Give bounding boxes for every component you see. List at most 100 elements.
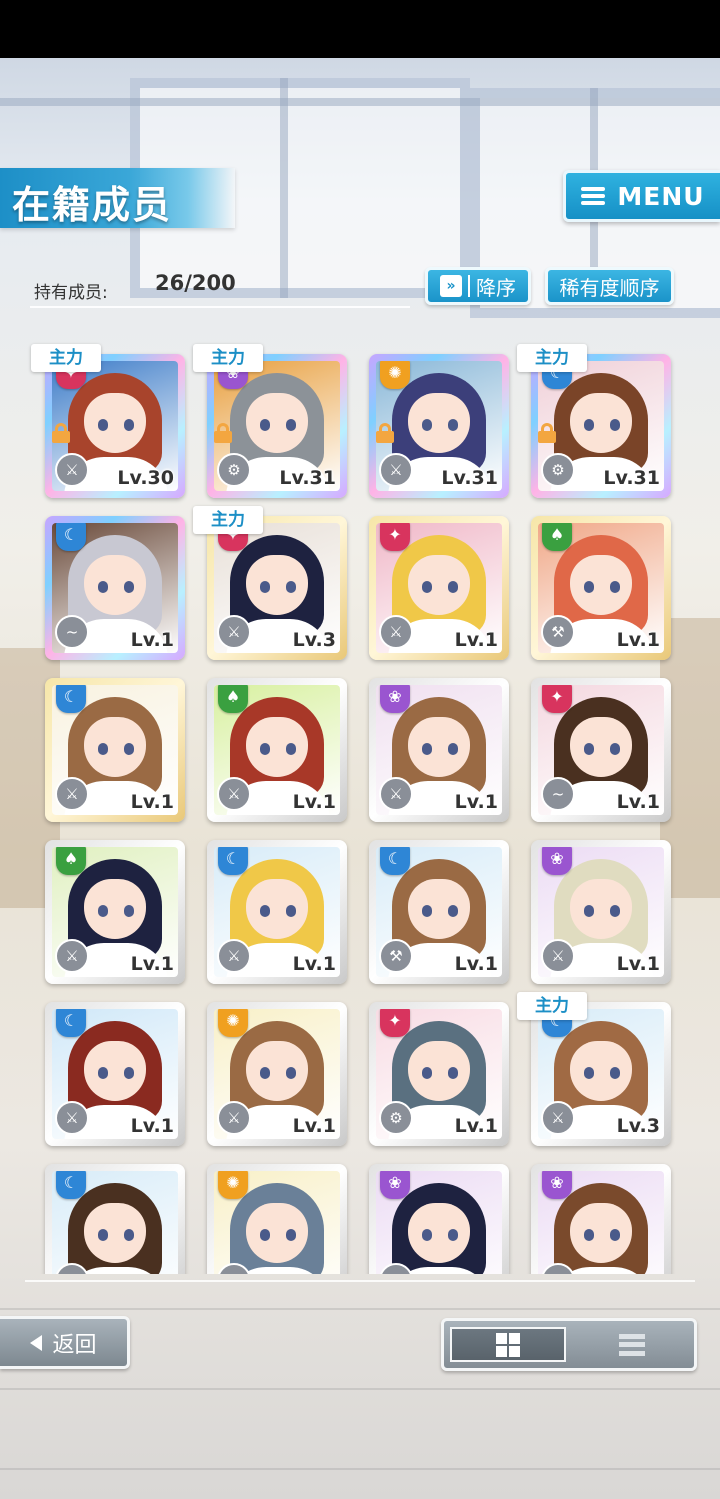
member-card[interactable]: ♠ ⚔ Lv.1 — [45, 840, 185, 984]
main-member-badge: 主力 — [517, 992, 587, 1020]
member-level: Lv.1 — [292, 791, 336, 813]
portrait-eye — [260, 1229, 270, 1241]
portrait-eye — [260, 419, 270, 431]
member-card[interactable]: ✦ ⚔ Lv.3 主力 — [193, 506, 347, 660]
leaf-attribute-icon: ♠ — [56, 847, 86, 875]
portrait-face — [246, 555, 308, 615]
portrait-face — [570, 555, 632, 615]
member-portrait: ❀ ⚔ Lv.1 — [538, 847, 664, 977]
star-attribute-icon: ✦ — [380, 1009, 410, 1037]
sort-mode-button[interactable]: 稀有度顺序 — [545, 267, 674, 305]
portrait-face — [246, 717, 308, 777]
member-level: Lv.30 — [117, 467, 174, 489]
portrait-eye — [422, 1067, 432, 1079]
portrait-eye — [610, 581, 620, 593]
member-card[interactable]: ❀ ⚙ Lv.31 主力 — [193, 344, 347, 498]
lock-icon — [214, 423, 232, 443]
blade-weapon-icon: ⚔ — [217, 1101, 251, 1135]
member-card[interactable]: ✦ ~ Lv.1 — [531, 678, 671, 822]
member-card[interactable]: ☾⚔ — [45, 1164, 185, 1274]
member-portrait: ✦ ⚔ Lv.1 — [376, 523, 502, 653]
member-card[interactable]: ☾ ⚔ Lv.1 — [45, 1002, 185, 1146]
member-card[interactable]: ♠ ⚔ Lv.1 — [207, 678, 347, 822]
portrait-face — [84, 879, 146, 939]
member-card[interactable]: ☾ ⚒ Lv.1 — [369, 840, 509, 984]
portrait-eye — [610, 419, 620, 431]
moon-attribute-icon: ☾ — [56, 685, 86, 713]
menu-button[interactable]: MENU — [563, 170, 720, 222]
member-card[interactable]: ☾ ~ Lv.1 — [45, 516, 185, 660]
member-card[interactable]: ☾ ⚙ Lv.31 主力 — [517, 344, 671, 498]
member-level: Lv.1 — [616, 953, 660, 975]
lock-icon — [52, 423, 70, 443]
portrait-face — [246, 393, 308, 453]
back-button[interactable]: 返回 — [0, 1316, 130, 1369]
sort-separator — [468, 275, 470, 297]
moon-attribute-icon: ☾ — [380, 847, 410, 875]
blade-weapon-icon: ⚔ — [55, 453, 89, 487]
member-card[interactable]: ✺ ⚔ Lv.1 — [207, 1002, 347, 1146]
portrait-eye — [286, 419, 296, 431]
portrait-face — [246, 879, 308, 939]
leaf-attribute-icon: ♠ — [542, 523, 572, 551]
member-level: Lv.31 — [603, 467, 660, 489]
portrait-face — [408, 393, 470, 453]
portrait-eye — [422, 905, 432, 917]
member-card[interactable]: ♠ ⚒ Lv.1 — [531, 516, 671, 660]
member-level: Lv.1 — [130, 791, 174, 813]
member-card[interactable]: ❀⚔ — [369, 1164, 509, 1274]
member-portrait: ✦ ~ Lv.1 — [538, 685, 664, 815]
member-card[interactable]: ❀ ⚔ Lv.1 — [531, 840, 671, 984]
portrait-face — [408, 879, 470, 939]
portrait-eye — [422, 419, 432, 431]
blade-weapon-icon: ⚔ — [55, 777, 89, 811]
member-portrait: ☾ ⚔ Lv.1 — [52, 1009, 178, 1139]
member-portrait: ♠ ⚔ Lv.1 — [214, 685, 340, 815]
portrait-eye — [448, 1067, 458, 1079]
portrait-eye — [98, 581, 108, 593]
member-card[interactable]: ✺ ⚔ Lv.31 — [369, 354, 509, 498]
member-level: Lv.1 — [130, 953, 174, 975]
grid-view-button[interactable] — [450, 1327, 566, 1362]
member-portrait: ☾ ⚙ Lv.31 — [538, 361, 664, 491]
wave-weapon-icon: ~ — [55, 615, 89, 649]
portrait-face — [570, 1203, 632, 1263]
member-card[interactable]: ❀ ⚔ Lv.1 — [369, 678, 509, 822]
blade-weapon-icon: ⚔ — [379, 777, 413, 811]
member-level: Lv.1 — [292, 953, 336, 975]
portrait-face — [570, 1041, 632, 1101]
portrait-eye — [98, 743, 108, 755]
portrait-eye — [610, 905, 620, 917]
wave-weapon-icon: ~ — [541, 777, 575, 811]
member-card[interactable]: ☾ ⚔ Lv.1 — [45, 678, 185, 822]
sun-attribute-icon: ✺ — [380, 361, 410, 389]
member-level: Lv.1 — [454, 1115, 498, 1137]
member-card[interactable]: ✦ ⚔ Lv.1 — [369, 516, 509, 660]
portrait-eye — [584, 1067, 594, 1079]
member-card[interactable]: ❀⚔ — [531, 1164, 671, 1274]
member-level: Lv.31 — [441, 467, 498, 489]
back-label: 返回 — [52, 1332, 97, 1358]
portrait-eye — [422, 1229, 432, 1241]
blade-weapon-icon: ⚔ — [217, 777, 251, 811]
blade-weapon-icon: ⚔ — [55, 1101, 89, 1135]
portrait-eye — [448, 581, 458, 593]
portrait-face — [84, 555, 146, 615]
page-title: 在籍成员 — [12, 183, 173, 227]
member-card[interactable]: ☾ ⚔ Lv.3 主力 — [517, 992, 671, 1146]
sort-order-button[interactable]: » 降序 — [425, 267, 531, 305]
list-view-button[interactable] — [574, 1327, 690, 1362]
portrait-face — [408, 717, 470, 777]
member-card[interactable]: ✺⚔ — [207, 1164, 347, 1274]
member-level: Lv.1 — [454, 791, 498, 813]
portrait-eye — [286, 1229, 296, 1241]
member-card[interactable]: ✦ ⚔ Lv.30 主力 — [31, 344, 185, 498]
flower-attribute-icon: ❀ — [542, 847, 572, 875]
owned-members-label: 持有成员: — [34, 283, 108, 303]
sun-attribute-icon: ✺ — [218, 1009, 248, 1037]
portrait-eye — [584, 905, 594, 917]
member-card[interactable]: ☾ ⚔ Lv.1 — [207, 840, 347, 984]
portrait-eye — [98, 905, 108, 917]
star-attribute-icon: ✦ — [380, 523, 410, 551]
member-card[interactable]: ✦ ⚙ Lv.1 — [369, 1002, 509, 1146]
